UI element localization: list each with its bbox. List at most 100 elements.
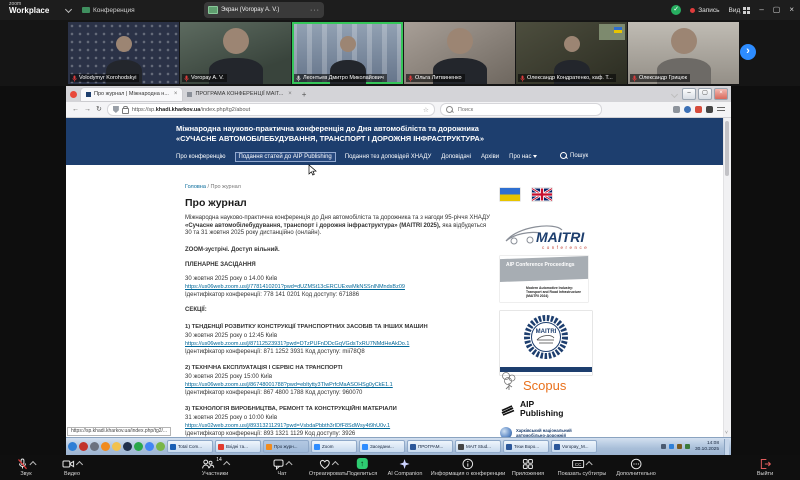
plenary-zoom-link[interactable]: https://us06web.zoom.us/j/7781410201?pwd… — [185, 284, 405, 290]
chat-button[interactable]: Чат — [273, 458, 292, 477]
audio-options-chevron[interactable] — [29, 461, 36, 468]
section-zoom-link[interactable]: https://us06web.zoom.us/j/87112523931?pw… — [185, 341, 409, 347]
nav-archives[interactable]: Архіви — [481, 154, 499, 160]
tray-icon[interactable] — [677, 444, 682, 449]
taskbar-button[interactable]: ПРОГРАМ... — [407, 440, 453, 453]
quick-launch-icon[interactable] — [156, 442, 165, 451]
captions-button[interactable]: CC Показать субтитры — [558, 458, 607, 477]
menu-icon[interactable] — [717, 106, 725, 113]
tab-close-icon[interactable]: × — [174, 91, 178, 97]
browser-logo-icon[interactable] — [70, 91, 77, 98]
scroll-down-icon[interactable]: ˅ — [725, 430, 728, 436]
section-zoom-link[interactable]: https://us06web.zoom.us/j/86748001788?pw… — [185, 382, 393, 388]
participant-tile[interactable]: Олександр Грицюк — [628, 22, 739, 84]
tab-options-icon[interactable]: ··· — [310, 7, 320, 14]
security-shield-icon[interactable]: ✓ — [671, 5, 681, 15]
maximize-button[interactable]: ▢ — [773, 0, 781, 20]
quick-launch-icon[interactable] — [101, 442, 110, 451]
react-button[interactable]: Отреагировать — [309, 458, 347, 477]
react-options-chevron[interactable] — [331, 461, 338, 468]
section-zoom-link[interactable]: https://us02web.zoom.us/j/89313211291?pw… — [185, 423, 390, 429]
participant-tile[interactable]: Voropay A. V. — [180, 22, 291, 84]
site-search-button[interactable]: Пошук — [560, 152, 588, 159]
view-button[interactable]: Вид — [729, 7, 751, 14]
reload-icon[interactable]: ↻ — [96, 102, 102, 117]
taskbar-clock[interactable]: 14:08 30.10.2025 — [695, 441, 719, 453]
meeting-info-button[interactable]: Информация о конференции — [431, 458, 505, 477]
audio-button[interactable]: Звук — [17, 458, 36, 477]
tray-icon[interactable] — [685, 444, 690, 449]
tab-conference[interactable]: Конференция — [82, 3, 135, 17]
close-button[interactable]: × — [789, 0, 794, 20]
participant-tile[interactable]: Volodymyr Korohodskyi — [68, 22, 179, 84]
aip-publishing-logo[interactable]: AIPPublishing — [500, 400, 563, 418]
video-button[interactable]: Видео — [62, 458, 82, 477]
participant-tile-active-speaker[interactable]: Леонтьев Дмитро Миколайович — [292, 22, 403, 84]
captions-options-chevron[interactable] — [586, 461, 593, 468]
tab-screen-share[interactable]: Экран (Voropay A. V.) ··· — [204, 2, 324, 18]
taskbar-button[interactable]: Заседани... — [359, 440, 405, 453]
participants-button[interactable]: 14 Участники — [201, 458, 229, 477]
ai-companion-button[interactable]: AI Companion — [388, 458, 423, 477]
recording-indicator[interactable]: Запись — [690, 7, 719, 14]
taskbar-button-active[interactable]: Про журн... — [263, 440, 309, 453]
share-screen-button[interactable]: ↑ Поделиться — [347, 458, 377, 477]
scopus-logo[interactable]: Scopus — [500, 370, 566, 392]
breadcrumb-home-link[interactable]: Головна — [185, 184, 206, 190]
taskbar-button[interactable]: Voropay_M... — [551, 440, 597, 453]
taskbar-button[interactable]: Total Com... — [167, 440, 213, 453]
quick-launch-folder-icon[interactable] — [112, 442, 121, 451]
quick-launch-browser-icon[interactable] — [68, 442, 77, 451]
adblock-icon[interactable] — [695, 106, 702, 113]
leave-meeting-button[interactable]: Выйти — [757, 458, 773, 477]
quick-launch-icon[interactable] — [134, 442, 143, 451]
quick-launch-icon[interactable] — [90, 442, 99, 451]
quick-launch-chrome-icon[interactable] — [145, 442, 154, 451]
more-button[interactable]: Дополнительно — [616, 458, 656, 477]
tray-icon[interactable] — [661, 444, 666, 449]
quick-launch-icon[interactable] — [123, 442, 132, 451]
taskbar-button[interactable]: Вхідні та... — [215, 440, 261, 453]
scrollbar-thumb[interactable] — [725, 121, 729, 176]
participants-options-chevron[interactable] — [223, 461, 230, 468]
show-desktop-button[interactable] — [724, 439, 729, 455]
browser-search-box[interactable] — [440, 103, 602, 116]
chat-options-chevron[interactable] — [285, 461, 292, 468]
browser-restore-button[interactable]: ▢ — [698, 88, 712, 100]
quick-launch-opera-icon[interactable] — [79, 442, 88, 451]
browser-close-button[interactable]: × — [714, 88, 728, 100]
video-options-chevron[interactable] — [76, 461, 83, 468]
nav-about-us[interactable]: Про нас — [509, 154, 537, 160]
browser-tab[interactable]: ПРОГРАМА КОНФЕРЕНЦІЇ МАІТ... × — [182, 88, 296, 101]
flag-ukraine[interactable] — [500, 188, 520, 201]
lock-icon[interactable] — [122, 108, 129, 114]
tray-icon[interactable] — [669, 444, 674, 449]
taskbar-button[interactable]: Zoom — [311, 440, 357, 453]
maitri-seal-logo[interactable]: MAITRI — [500, 311, 592, 375]
page-scrollbar[interactable]: ˅ — [723, 118, 731, 437]
taskbar-button[interactable]: MAIT Stud... — [455, 440, 501, 453]
nav-speakers[interactable]: Доповідачі — [441, 154, 471, 160]
participant-tile[interactable]: Олександр Кондратенко, каф. Т... — [516, 22, 627, 84]
address-bar[interactable]: https://sp.khadi.kharkov.ua/index.php/tg… — [107, 103, 435, 116]
nav-about-conference[interactable]: Про конференцію — [176, 154, 226, 160]
tab-close-icon[interactable]: × — [288, 91, 292, 97]
browser-minimize-button[interactable]: – — [682, 88, 696, 100]
bookmark-star-icon[interactable]: ☆ — [423, 106, 429, 114]
nav-khadi-abstracts[interactable]: Подання тез доповідей ХНАДУ — [345, 154, 431, 160]
new-tab-button[interactable]: + — [302, 90, 307, 99]
extension-icon[interactable] — [684, 106, 691, 113]
back-icon[interactable]: ← — [72, 102, 79, 117]
maitri-conference-logo[interactable]: MAITRI conference — [500, 221, 600, 256]
tracking-shield-icon[interactable] — [113, 106, 119, 113]
khnadu-logo[interactable]: Харківський національнийавтомобільно-дор… — [500, 427, 572, 437]
extension-icon[interactable] — [706, 106, 713, 113]
search-input[interactable] — [456, 106, 570, 114]
brand-chevron-down-icon[interactable] — [65, 6, 72, 13]
forward-icon[interactable]: → — [84, 102, 91, 117]
next-participants-button[interactable]: › — [740, 44, 756, 60]
participant-tile[interactable]: Ольга Литвиненко — [404, 22, 515, 84]
nav-aip-submissions[interactable]: Подання статей до AIP Publishing — [236, 153, 335, 161]
extension-icon[interactable] — [673, 106, 680, 113]
browser-tab-active[interactable]: Про журнал | Міжнародна н... × — [81, 88, 182, 101]
